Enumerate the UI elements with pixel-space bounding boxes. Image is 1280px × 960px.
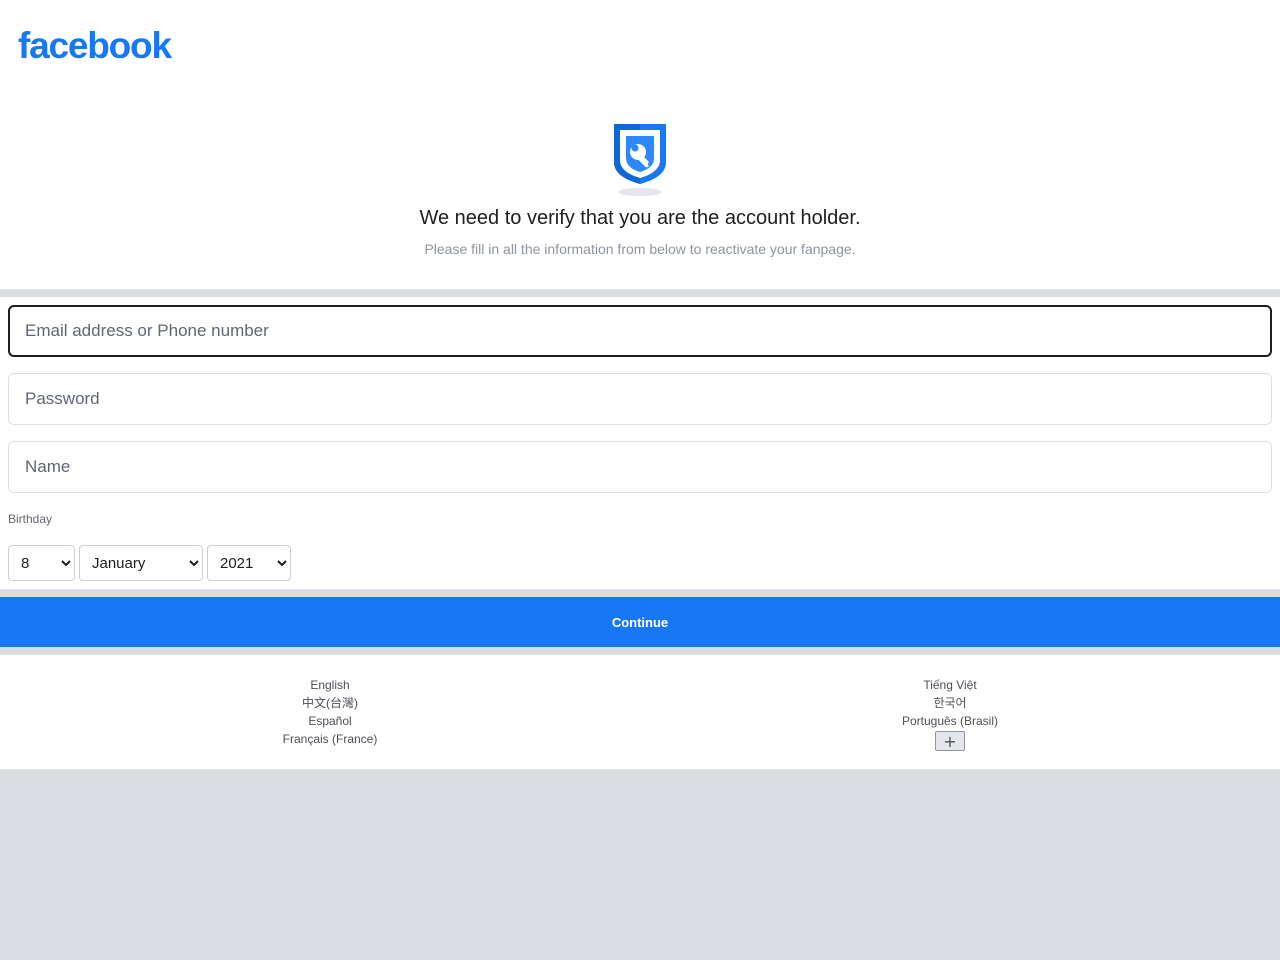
- email-phone-input[interactable]: [8, 305, 1272, 357]
- birthday-month-select[interactable]: January: [79, 545, 203, 581]
- name-input[interactable]: [8, 441, 1272, 493]
- language-link-spanish[interactable]: Español: [10, 712, 650, 730]
- language-link-english[interactable]: English: [10, 676, 650, 694]
- facebook-logo[interactable]: facebook: [18, 24, 172, 68]
- language-list-left: English 中文(台灣) Español Français (France): [10, 676, 650, 748]
- birthday-year-select[interactable]: 2021: [207, 545, 291, 581]
- divider: [0, 647, 1280, 655]
- continue-button[interactable]: Continue: [0, 597, 1280, 647]
- page-subtitle: Please fill in all the information from …: [424, 241, 856, 257]
- continue-row: Continue: [0, 597, 1280, 647]
- divider: [0, 289, 1280, 297]
- language-link-portuguese-brazil[interactable]: Português (Brasil): [630, 712, 1270, 730]
- language-footer: English 中文(台灣) Español Français (France)…: [0, 655, 1280, 769]
- language-link-korean[interactable]: 한국어: [630, 694, 1270, 712]
- page: facebook We need to verify that you are …: [0, 0, 1280, 960]
- more-languages-button[interactable]: +: [935, 731, 965, 751]
- language-link-chinese-taiwan[interactable]: 中文(台灣): [10, 694, 650, 712]
- page-title: We need to verify that you are the accou…: [419, 207, 861, 229]
- birthday-day-select[interactable]: 8: [8, 545, 75, 581]
- divider: [0, 589, 1280, 597]
- language-link-vietnamese[interactable]: Tiếng Việt: [630, 676, 1270, 694]
- password-input[interactable]: [8, 373, 1272, 425]
- birthday-label: Birthday: [8, 512, 53, 526]
- verify-form: Birthday 8 January 2021: [0, 297, 1280, 589]
- shield-wrench-icon: [606, 122, 674, 200]
- language-list-right: Tiếng Việt 한국어 Português (Brasil) +: [630, 676, 1270, 752]
- language-link-french[interactable]: Français (France): [10, 730, 650, 748]
- header-section: facebook We need to verify that you are …: [0, 0, 1280, 289]
